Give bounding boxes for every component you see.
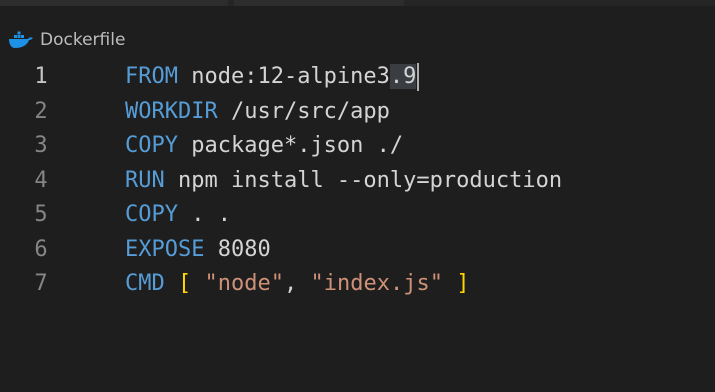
line-number: 7 <box>34 271 48 296</box>
selected-text: .9 <box>389 64 417 89</box>
text-token: . . <box>177 202 231 227</box>
line-text: COPY . . <box>125 198 231 233</box>
line-number: 3 <box>34 133 48 158</box>
code-line[interactable]: 4 RUN npm install --only=production <box>0 164 715 199</box>
code-line[interactable]: 1 FROM node:12-alpine3.9 <box>0 60 715 95</box>
code-line[interactable]: 5 COPY . . <box>0 198 715 233</box>
keyword-token: FROM <box>125 64 178 89</box>
line-text: COPY package*.json ./ <box>125 129 403 164</box>
bracket-token: ] <box>456 271 470 296</box>
code-line[interactable]: 7 CMD [ "node", "index.js" ] <box>0 267 715 302</box>
code-line[interactable]: 6 EXPOSE 8080 <box>0 233 715 268</box>
keyword-token: COPY <box>125 202 178 227</box>
line-text: FROM node:12-alpine3.9 <box>125 60 420 95</box>
line-number: 5 <box>34 202 48 227</box>
text-token: 8080 <box>204 236 271 262</box>
line-number: 4 <box>34 167 48 193</box>
text-token: npm install --only=production <box>164 167 563 193</box>
line-number: 1 <box>34 64 48 89</box>
keyword-token: EXPOSE <box>125 236 205 262</box>
code-area[interactable]: 1 FROM node:12-alpine3.9 2 WORKDIR /usr/src… <box>0 60 715 302</box>
keyword-token: WORKDIR <box>125 98 218 124</box>
string-token: "index.js" <box>310 271 443 296</box>
line-text: EXPOSE 8080 <box>125 233 271 268</box>
text-token: /usr/src/app <box>217 98 390 124</box>
bracket-token: [ <box>178 271 192 296</box>
code-line[interactable]: 2 WORKDIR /usr/src/app <box>0 95 715 130</box>
code-editor[interactable]: Dockerfile 1 FROM node:12-alpine3.9 2 WORKD… <box>0 0 715 392</box>
line-text: CMD [ "node", "index.js" ] <box>125 267 469 302</box>
docker-whale-icon <box>8 31 34 49</box>
tab-edge <box>234 0 404 6</box>
breadcrumb-filename: Dockerfile <box>40 30 126 50</box>
breadcrumb[interactable]: Dockerfile <box>0 26 125 54</box>
text-token: node:12-alpine3 <box>177 64 390 89</box>
keyword-token: COPY <box>125 133 178 158</box>
line-number: 6 <box>34 236 48 262</box>
tab-edge <box>0 0 228 6</box>
line-number: 2 <box>34 98 48 124</box>
line-text: WORKDIR /usr/src/app <box>125 95 390 130</box>
text-token: , <box>283 271 311 296</box>
tab-bar-edge <box>0 0 715 6</box>
code-line[interactable]: 3 COPY package*.json ./ <box>0 129 715 164</box>
string-token: "node" <box>204 271 284 296</box>
text-cursor <box>417 63 420 91</box>
keyword-token: CMD <box>125 271 165 296</box>
text-token: package*.json ./ <box>177 133 404 158</box>
line-text: RUN npm install --only=production <box>125 164 562 199</box>
keyword-token: RUN <box>125 167 165 193</box>
